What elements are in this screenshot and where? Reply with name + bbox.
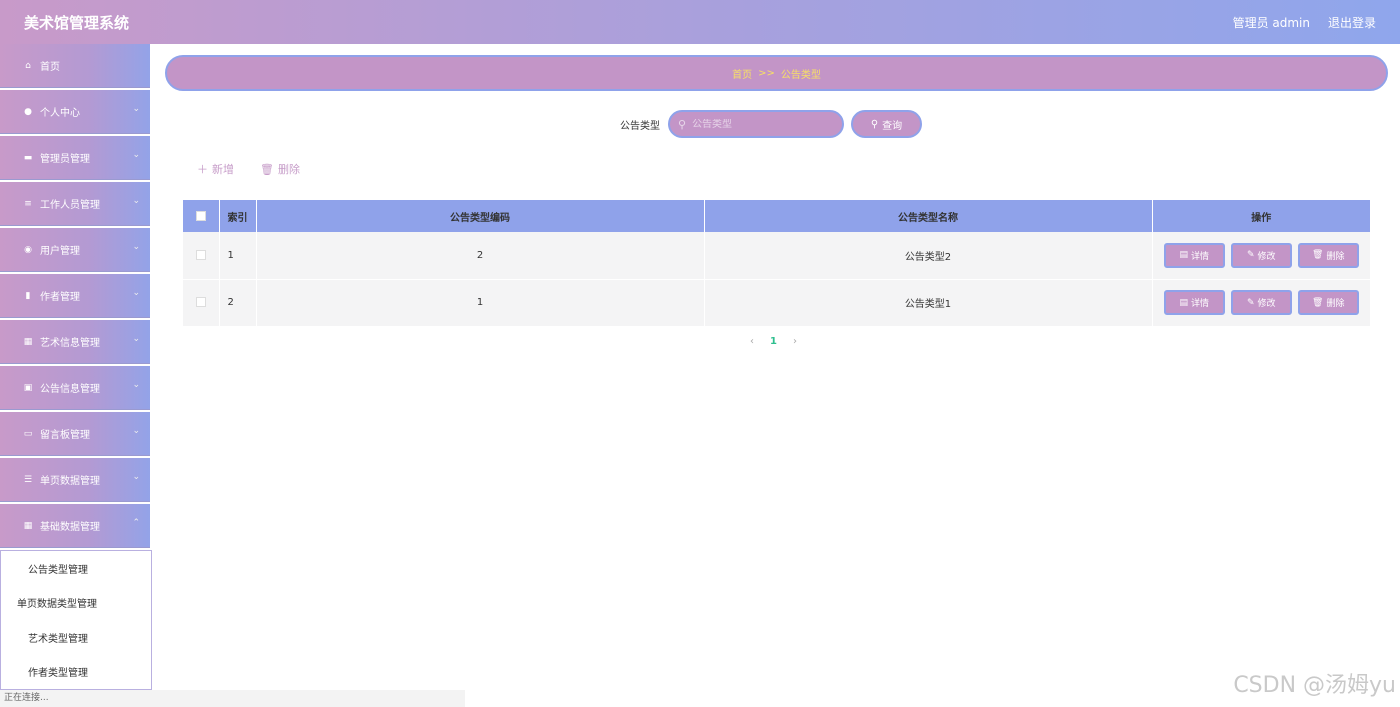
grid-icon: ▦ (23, 520, 33, 531)
query-button[interactable]: ⚲ 查询 (851, 110, 922, 138)
sidebar-item-personal-center[interactable]: ● 个人中心 ⌄ (0, 90, 150, 134)
row-select-cell (183, 232, 220, 280)
cell-actions: ▤ 详情 ✎ 修改 🗑 删除 (1152, 279, 1371, 327)
header-right: 管理员 admin 退出登录 (1233, 14, 1376, 31)
trash-icon: 🗑 (1312, 297, 1324, 308)
app-title: 美术馆管理系统 (24, 13, 130, 32)
row-delete-button[interactable]: 🗑 删除 (1297, 290, 1359, 315)
breadcrumb: 首页 >> 公告类型 (165, 55, 1388, 91)
table-row: 2 1 公告类型1 ▤ 详情 ✎ 修改 🗑 删除 (183, 279, 1371, 327)
chevron-down-icon: ⌄ (132, 334, 140, 344)
chevron-down-icon: ⌄ (132, 472, 140, 482)
delete-button[interactable]: 🗑 删除 (260, 161, 300, 177)
prev-page-button[interactable]: ‹ (750, 336, 754, 347)
breadcrumb-home[interactable]: 首页 (732, 66, 752, 81)
column-actions: 操作 (1152, 200, 1371, 232)
table-header-row: 索引 公告类型编码 公告类型名称 操作 (183, 200, 1371, 232)
sidebar-item-staff[interactable]: ≡ 工作人员管理 ⌄ (0, 182, 150, 226)
breadcrumb-current: 公告类型 (780, 69, 821, 81)
breadcrumb-separator: >> (758, 67, 775, 79)
sidebar-item-base-data[interactable]: ▦ 基础数据管理 ⌃ (0, 504, 150, 548)
sidebar-item-home[interactable]: ⌂ 首页 (0, 44, 150, 88)
browser-status-bar: 正在连接... (0, 690, 465, 707)
briefcase-icon: ▭ (23, 428, 33, 439)
cell-index: 2 (219, 279, 257, 327)
sidebar-item-art-info[interactable]: ▦ 艺术信息管理 ⌄ (0, 320, 150, 364)
edit-button[interactable]: ✎ 修改 (1230, 242, 1292, 268)
top-header: 美术馆管理系统 管理员 admin 退出登录 (0, 0, 1400, 44)
pencil-icon: ✎ (1246, 250, 1255, 261)
location-icon: ◉ (24, 244, 32, 255)
search-row: 公告类型 ⚲ ⚲ 查询 (620, 110, 922, 138)
sidebar: ⌂ 首页 ● 个人中心 ⌄ ▬ 管理员管理 ⌄ ≡ 工作人员管理 ⌄ ◉ 用户管… (0, 44, 153, 707)
data-table: 索引 公告类型编码 公告类型名称 操作 1 2 公告类型2 ▤ 详情 ✎ 修改 🗑 删… (183, 200, 1371, 327)
row-checkbox[interactable] (195, 249, 206, 260)
chevron-down-icon: ⌄ (132, 150, 140, 160)
home-icon: ⌂ (25, 60, 31, 71)
search-input[interactable] (692, 118, 833, 130)
row-checkbox[interactable] (195, 297, 206, 307)
logout-link[interactable]: 退出登录 (1328, 14, 1376, 31)
current-user: 管理员 admin (1232, 15, 1310, 30)
sidebar-item-users[interactable]: ◉ 用户管理 ⌄ (0, 228, 150, 272)
row-select-cell (183, 279, 220, 327)
document-icon: ▤ (1179, 297, 1188, 308)
document-icon: ▤ (1179, 250, 1188, 261)
chevron-down-icon: ⌄ (132, 426, 140, 436)
clipboard-icon: ▣ (23, 382, 33, 393)
pagination: ‹ 1 › (750, 336, 797, 347)
search-label: 公告类型 (620, 120, 660, 132)
sidebar-item-notice-info[interactable]: ▣ 公告信息管理 ⌄ (0, 366, 150, 410)
user-icon: ● (24, 106, 32, 117)
admin-icon: ▬ (23, 152, 33, 163)
toolbar: ＋ 新增 🗑 删除 (197, 161, 300, 177)
search-icon: ⚲ (870, 118, 879, 130)
base-data-submenu: 公告类型管理 单页数据类型管理 艺术类型管理 作者类型管理 (0, 550, 152, 690)
column-index: 索引 (219, 200, 257, 232)
submenu-item-art-type[interactable]: 艺术类型管理 (1, 620, 151, 655)
trash-icon: 🗑 (260, 162, 274, 176)
chevron-down-icon: ⌄ (132, 288, 140, 298)
cell-index: 1 (219, 232, 257, 280)
column-code: 公告类型编码 (256, 200, 705, 232)
cell-actions: ▤ 详情 ✎ 修改 🗑 删除 (1152, 232, 1371, 280)
column-name: 公告类型名称 (704, 200, 1153, 232)
search-box: ⚲ (668, 110, 844, 138)
submenu-item-single-page-type[interactable]: 单页数据类型管理 (1, 586, 151, 621)
detail-button[interactable]: ▤ 详情 (1163, 242, 1225, 268)
chevron-up-icon: ⌃ (132, 518, 140, 528)
plus-icon: ＋ (197, 163, 208, 176)
submenu-item-author-type[interactable]: 作者类型管理 (1, 655, 151, 690)
table-row: 1 2 公告类型2 ▤ 详情 ✎ 修改 🗑 删除 (183, 232, 1371, 280)
sliders-icon: ☰ (23, 474, 33, 485)
cell-code: 2 (256, 232, 705, 280)
search-icon: ⚲ (678, 117, 687, 131)
trash-icon: 🗑 (1312, 250, 1324, 261)
chevron-down-icon: ⌄ (132, 196, 140, 206)
pencil-icon: ✎ (1246, 297, 1255, 308)
detail-button[interactable]: ▤ 详情 (1163, 290, 1225, 315)
sidebar-item-single-page[interactable]: ☰ 单页数据管理 ⌄ (0, 458, 150, 502)
grid-icon: ▦ (23, 336, 33, 347)
submenu-item-notice-type[interactable]: 公告类型管理 (1, 551, 151, 586)
row-delete-button[interactable]: 🗑 删除 (1297, 242, 1359, 268)
sidebar-item-message-board[interactable]: ▭ 留言板管理 ⌄ (0, 412, 150, 456)
cell-code: 1 (256, 279, 705, 327)
chevron-down-icon: ⌄ (132, 104, 140, 114)
watermark: CSDN @汤姆yu (1233, 673, 1396, 698)
cell-name: 公告类型2 (704, 232, 1153, 280)
chevron-down-icon: ⌄ (132, 380, 140, 390)
list-icon: ≡ (24, 198, 32, 209)
next-page-button[interactable]: › (793, 336, 797, 347)
chevron-down-icon: ⌄ (132, 242, 140, 252)
select-all-cell (183, 200, 220, 232)
sidebar-item-authors[interactable]: ▮ 作者管理 ⌄ (0, 274, 150, 318)
cell-name: 公告类型1 (704, 279, 1153, 327)
add-button[interactable]: ＋ 新增 (197, 161, 234, 177)
sidebar-item-admin[interactable]: ▬ 管理员管理 ⌄ (0, 136, 150, 180)
edit-button[interactable]: ✎ 修改 (1230, 290, 1292, 315)
select-all-checkbox[interactable] (195, 210, 206, 221)
chart-icon: ▮ (25, 290, 31, 301)
current-page[interactable]: 1 (770, 336, 777, 347)
